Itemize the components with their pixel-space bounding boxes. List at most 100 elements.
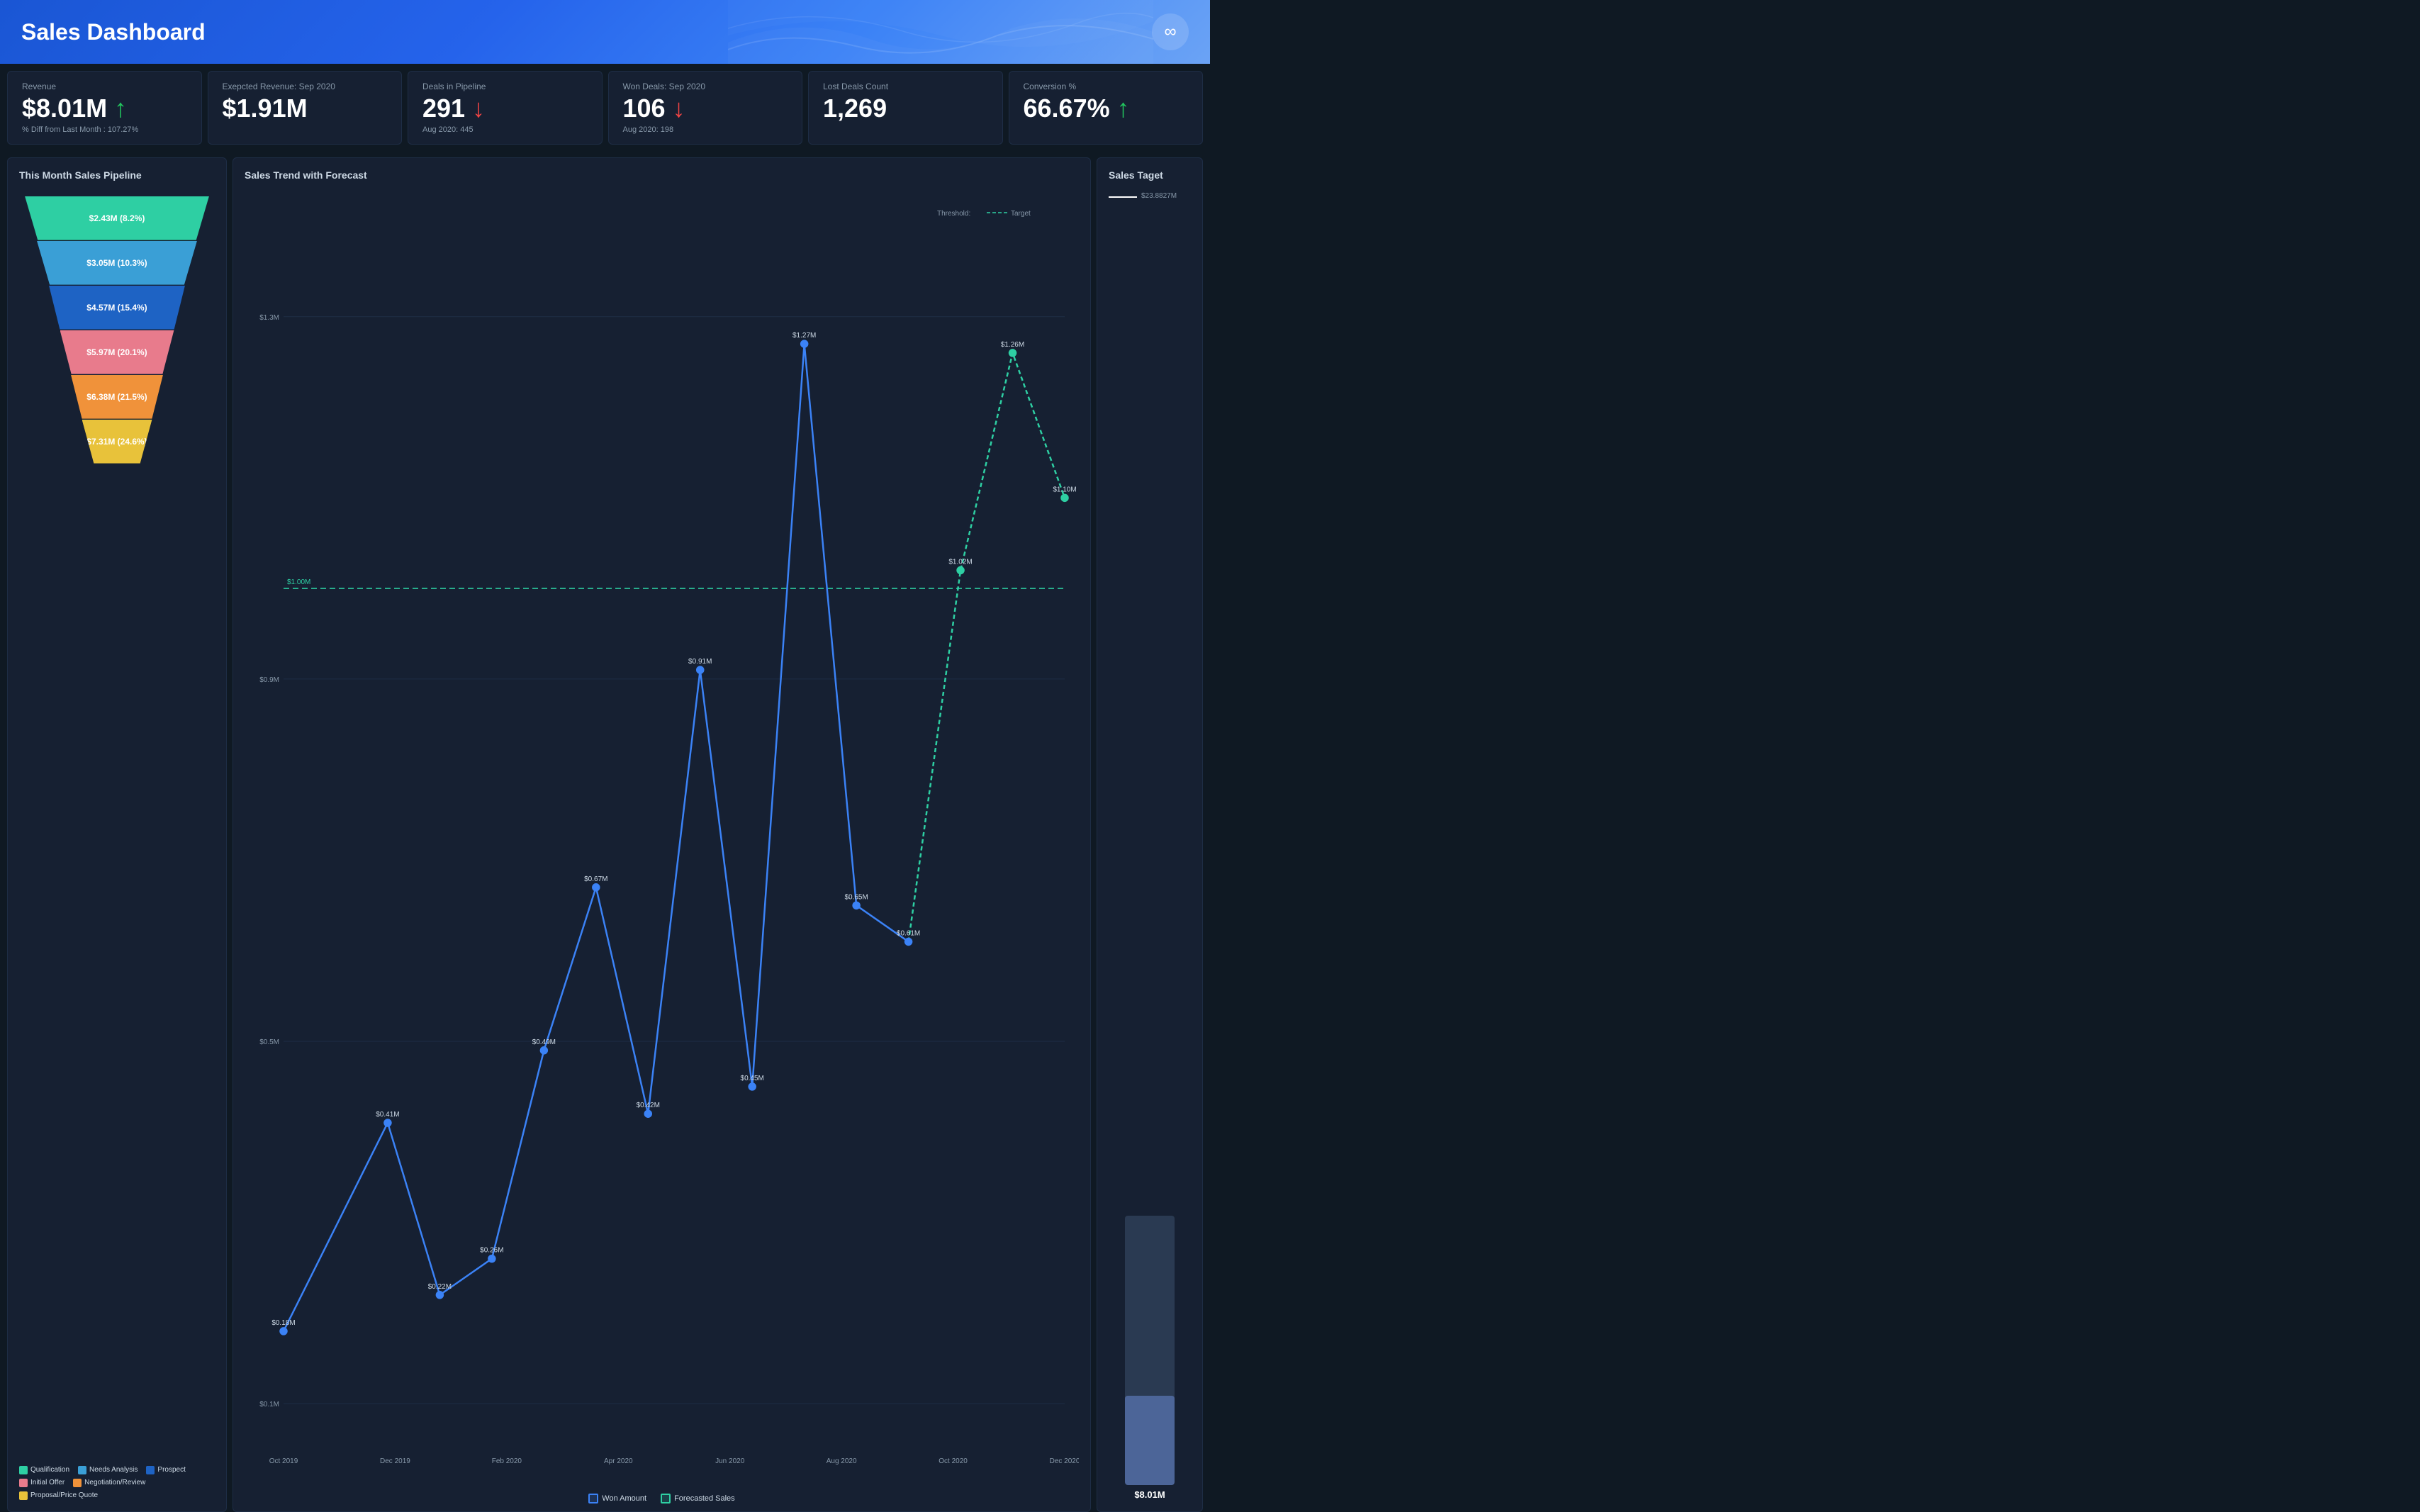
- funnel-segment-4: $6.38M (21.5%): [71, 375, 163, 419]
- target-bar-fill: [1125, 1396, 1175, 1484]
- svg-text:$1.10M: $1.10M: [1053, 486, 1076, 493]
- kpi-label: Deals in Pipeline: [422, 82, 588, 91]
- funnel-title: This Month Sales Pipeline: [19, 169, 215, 181]
- svg-text:$1.3M: $1.3M: [259, 313, 279, 321]
- legend-item: Proposal/Price Quote: [19, 1491, 98, 1500]
- kpi-label: Revenue: [22, 82, 187, 91]
- arrow-down-icon: ↓: [673, 94, 685, 123]
- svg-text:$0.22M: $0.22M: [428, 1282, 452, 1290]
- chart-area: $0.1M $0.5M $0.9M $1.3M Oct 2019 Dec 2019…: [245, 191, 1079, 1488]
- kpi-card-conversion: Conversion % 66.67% ↑: [1009, 71, 1204, 145]
- legend-item: Initial Offer: [19, 1479, 65, 1487]
- svg-text:$0.61M: $0.61M: [897, 929, 920, 937]
- svg-text:$1.02M: $1.02M: [948, 558, 972, 566]
- svg-text:Jun 2020: Jun 2020: [715, 1457, 745, 1465]
- kpi-sub: % Diff from Last Month : 107.27%: [22, 125, 187, 134]
- svg-text:Dec 2019: Dec 2019: [380, 1457, 410, 1465]
- target-panel: Sales Taget $23.8827M $8.01M: [1097, 157, 1203, 1512]
- legend-color-box: [19, 1491, 28, 1500]
- funnel-panel: This Month Sales Pipeline $2.43M (8.2%)$…: [7, 157, 227, 1512]
- kpi-label: Conversion %: [1024, 82, 1189, 91]
- legend-color-box: [19, 1466, 28, 1474]
- svg-text:$0.26M: $0.26M: [480, 1246, 503, 1254]
- svg-text:Dec 2020: Dec 2020: [1050, 1457, 1079, 1465]
- kpi-value: $1.91M: [223, 94, 388, 123]
- kpi-value: $8.01M ↑: [22, 94, 187, 123]
- svg-text:$0.42M: $0.42M: [637, 1102, 660, 1109]
- legend-item: Qualification: [19, 1466, 69, 1474]
- kpi-value: 291 ↓: [422, 94, 588, 123]
- target-legend: $23.8827M: [1109, 192, 1191, 200]
- target-title: Sales Taget: [1109, 169, 1191, 181]
- target-bar-bg: [1125, 1216, 1175, 1485]
- legend-label: Qualification: [30, 1466, 69, 1474]
- funnel-segment-3: $5.97M (20.1%): [60, 330, 174, 374]
- legend-color-box: [78, 1466, 86, 1474]
- funnel-segment-2: $4.57M (15.4%): [49, 286, 185, 330]
- svg-text:$1.26M: $1.26M: [1001, 340, 1024, 348]
- funnel-legend: Qualification Needs Analysis Prospect In…: [19, 1466, 215, 1500]
- legend-item: Prospect: [146, 1466, 185, 1474]
- funnel-segment-0: $2.43M (8.2%): [25, 196, 209, 240]
- kpi-value: 66.67% ↑: [1024, 94, 1189, 123]
- kpi-card-lost_deals: Lost Deals Count 1,269: [808, 71, 1003, 145]
- kpi-card-deals_in_pipeline: Deals in Pipeline 291 ↓ Aug 2020: 445: [408, 71, 603, 145]
- svg-text:$0.91M: $0.91M: [688, 658, 712, 666]
- kpi-row: Revenue $8.01M ↑ % Diff from Last Month …: [0, 64, 1210, 152]
- arrow-up-icon: ↑: [114, 94, 127, 123]
- chart-svg: $0.1M $0.5M $0.9M $1.3M Oct 2019 Dec 2019…: [245, 191, 1079, 1484]
- svg-text:$1.27M: $1.27M: [792, 332, 816, 340]
- svg-text:Threshold:: Threshold:: [937, 210, 970, 218]
- svg-text:Oct 2019: Oct 2019: [269, 1457, 298, 1465]
- svg-text:$1.00M: $1.00M: [287, 578, 310, 586]
- svg-text:Aug 2020: Aug 2020: [827, 1457, 857, 1465]
- forecast-legend-item: Forecasted Sales: [661, 1494, 735, 1503]
- kpi-label: Exepcted Revenue: Sep 2020: [223, 82, 388, 91]
- svg-text:$0.65M: $0.65M: [844, 893, 868, 901]
- forecast-legend-label: Forecasted Sales: [674, 1494, 735, 1503]
- svg-text:Feb 2020: Feb 2020: [492, 1457, 522, 1465]
- svg-text:Target: Target: [1011, 210, 1031, 218]
- target-value-label: $23.8827M: [1141, 192, 1177, 200]
- won-legend-item: Won Amount: [588, 1494, 646, 1503]
- funnel-segment-5: $7.31M (24.6%): [82, 420, 152, 464]
- forecast-legend-box: [661, 1494, 671, 1503]
- svg-text:Apr 2020: Apr 2020: [604, 1457, 633, 1465]
- legend-color-box: [19, 1479, 28, 1487]
- legend-item: Negotiation/Review: [73, 1479, 145, 1487]
- target-current-value: $8.01M: [1134, 1489, 1165, 1500]
- main-content: This Month Sales Pipeline $2.43M (8.2%)$…: [0, 152, 1210, 1512]
- kpi-value: 1,269: [823, 94, 988, 123]
- kpi-value: 106 ↓: [623, 94, 788, 123]
- arrow-up-icon: ↑: [1117, 94, 1130, 123]
- chart-panel: Sales Trend with Forecast $0.1M $0.5M $0…: [233, 157, 1091, 1512]
- legend-label: Needs Analysis: [89, 1466, 138, 1474]
- kpi-card-expected_revenue: Exepcted Revenue: Sep 2020 $1.91M: [208, 71, 403, 145]
- svg-text:$0.1M: $0.1M: [259, 1401, 279, 1409]
- svg-text:$0.5M: $0.5M: [259, 1038, 279, 1046]
- won-legend-box: [588, 1494, 598, 1503]
- svg-text:Oct 2020: Oct 2020: [939, 1457, 968, 1465]
- chart-legend: Won Amount Forecasted Sales: [245, 1494, 1079, 1503]
- kpi-card-won_deals: Won Deals: Sep 2020 106 ↓ Aug 2020: 198: [608, 71, 803, 145]
- funnel-container: $2.43M (8.2%)$3.05M (10.3%)$4.57M (15.4%…: [19, 191, 215, 1457]
- svg-text:$0.41M: $0.41M: [376, 1111, 399, 1119]
- kpi-sub: Aug 2020: 445: [422, 125, 588, 134]
- header-logo: ∞: [1152, 13, 1189, 50]
- legend-label: Negotiation/Review: [84, 1479, 145, 1486]
- kpi-sub: Aug 2020: 198: [623, 125, 788, 134]
- svg-text:$0.67M: $0.67M: [584, 875, 607, 883]
- svg-text:$0.49M: $0.49M: [532, 1038, 556, 1046]
- legend-label: Initial Offer: [30, 1479, 65, 1486]
- legend-item: Needs Analysis: [78, 1466, 138, 1474]
- legend-label: Proposal/Price Quote: [30, 1491, 98, 1499]
- legend-color-box: [73, 1479, 82, 1487]
- funnel-segment-1: $3.05M (10.3%): [37, 241, 197, 285]
- svg-text:$0.18M: $0.18M: [271, 1318, 295, 1326]
- kpi-card-revenue: Revenue $8.01M ↑ % Diff from Last Month …: [7, 71, 202, 145]
- svg-text:$0.9M: $0.9M: [259, 676, 279, 683]
- chart-title: Sales Trend with Forecast: [245, 169, 1079, 181]
- kpi-label: Lost Deals Count: [823, 82, 988, 91]
- arrow-down-icon: ↓: [472, 94, 485, 123]
- legend-color-box: [146, 1466, 155, 1474]
